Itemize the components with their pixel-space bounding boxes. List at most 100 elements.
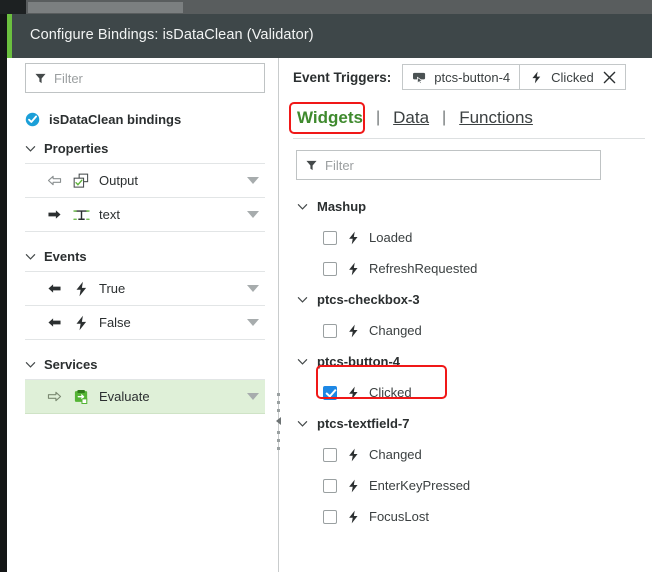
funnel-icon [306,160,317,170]
pane-splitter[interactable] [272,58,286,572]
chevron-down-icon [25,362,36,368]
grip-dot [277,401,280,404]
lightning-bolt-icon [349,510,358,523]
group-label: Services [44,357,98,372]
chevron-down-icon[interactable] [247,393,259,400]
bindings-header: isDataClean bindings [25,104,265,134]
binding-row-evaluate[interactable]: Evaluate [25,380,265,414]
event-trigger-chip-group: ptcs-button-4 Clicked [402,64,626,90]
source-tabs: Widgets | Data | Functions [293,106,537,130]
tab-widgets[interactable]: Widgets [293,106,367,130]
event-triggers-bar: Event Triggers: ptcs-button-4 Clicked [293,64,626,90]
tree-node-label: Mashup [317,199,367,214]
binding-row-text[interactable]: text [25,198,265,232]
group-properties[interactable]: Properties [25,134,265,164]
tree-leaf-focuslost[interactable]: FocusLost [293,501,645,532]
tree-leaf-loaded[interactable]: Loaded [293,222,645,253]
desktop-background-corner [0,0,26,14]
group-label: Properties [44,141,109,156]
binding-row-label: Evaluate [99,389,150,404]
desktop-left-rail [0,14,7,572]
tree-node-ptcs-checkbox-3[interactable]: ptcs-checkbox-3 [293,284,645,315]
grip-dot [277,439,280,442]
grip-dot [277,431,280,434]
binding-row-true[interactable]: True [25,272,265,306]
dialog-title: Configure Bindings: isDataClean (Validat… [30,27,314,43]
checkbox[interactable] [323,447,337,462]
lightning-bolt-icon [349,386,358,399]
tree-leaf-label: RefreshRequested [369,261,478,276]
property-checkbox-icon [73,173,89,188]
tree-leaf-label: Loaded [369,230,413,245]
binding-row-label: True [99,281,126,296]
arrow-right-outline-icon [47,391,62,402]
tree-leaf-textfield-changed[interactable]: Changed [293,439,645,470]
tree-leaf-button-clicked[interactable]: Clicked [293,377,645,408]
widgets-event-tree: Mashup Loaded RefreshRequested ptcs-chec… [293,191,645,532]
chevron-down-icon[interactable] [247,285,259,292]
checkbox[interactable] [323,230,337,245]
tree-leaf-refreshrequested[interactable]: RefreshRequested [293,253,645,284]
checkbox[interactable] [323,509,337,524]
chevron-down-icon [25,146,36,152]
lightning-bolt-icon [349,324,358,337]
close-icon[interactable] [603,71,616,84]
left-filter-input[interactable]: Filter [25,63,265,93]
tree-leaf-label: EnterKeyPressed [369,478,471,493]
lightning-bolt-icon [349,231,358,244]
bindings-header-label: isDataClean bindings [49,111,182,127]
tree-leaf-label: FocusLost [369,509,429,524]
dialog-header-accent-bar [7,14,12,58]
checkbox[interactable] [323,323,337,338]
check-circle-icon [25,112,40,126]
source-filter-input[interactable]: Filter [296,150,601,180]
chevron-down-icon [297,359,308,365]
binding-row-label: False [99,315,131,330]
tree-leaf-label: Changed [369,323,422,338]
chevron-down-icon[interactable] [247,211,259,218]
tree-leaf-enterkeypressed[interactable]: EnterKeyPressed [293,470,645,501]
tree-leaf-label: Clicked [369,385,412,400]
sources-right-pane: Event Triggers: ptcs-button-4 Clicked Wi… [286,58,652,572]
text-type-icon [73,209,90,220]
tree-node-mashup[interactable]: Mashup [293,191,645,222]
grip-dot [277,409,280,412]
event-trigger-widget-chip[interactable]: ptcs-button-4 [403,65,519,89]
group-services[interactable]: Services [25,350,265,380]
tree-node-label: ptcs-button-4 [317,354,401,369]
chevron-down-icon [297,421,308,427]
checkbox[interactable] [323,261,337,276]
tree-leaf-checkbox-changed[interactable]: Changed [293,315,645,346]
binding-row-output[interactable]: Output [25,164,265,198]
lightning-bolt-icon [532,71,541,83]
chevron-down-icon[interactable] [247,177,259,184]
arrow-left-solid-icon [48,318,61,327]
chevron-down-icon [297,297,308,303]
splitter-grip[interactable] [274,393,283,455]
tab-functions[interactable]: Functions [455,106,537,130]
chevron-down-icon [25,254,36,260]
tree-node-ptcs-textfield-7[interactable]: ptcs-textfield-7 [293,408,645,439]
checkbox[interactable] [323,478,337,493]
grip-dot [277,447,280,450]
splitter-divider-line [278,58,279,572]
chevron-down-icon [297,204,308,210]
chip-label: ptcs-button-4 [434,69,511,85]
lightning-bolt-icon [349,479,358,492]
event-triggers-label: Event Triggers: [293,69,392,85]
tree-node-ptcs-button-4[interactable]: ptcs-button-4 [293,346,645,377]
group-events[interactable]: Events [25,242,265,272]
lightning-bolt-icon [76,281,87,296]
chevron-down-icon[interactable] [247,319,259,326]
binding-row-false[interactable]: False [25,306,265,340]
tab-data[interactable]: Data [389,106,433,130]
tree-node-label: ptcs-checkbox-3 [317,292,420,307]
checkbox[interactable] [323,385,337,400]
binding-row-label: Output [99,173,139,188]
collapse-arrow-icon[interactable] [276,417,281,425]
event-trigger-event-chip[interactable]: Clicked [519,65,625,89]
lightning-bolt-icon [349,262,358,275]
tab-separator: | [375,109,381,126]
lightning-bolt-icon [349,448,358,461]
dialog-body: Filter isDataClean bindings Properties O… [7,58,652,572]
